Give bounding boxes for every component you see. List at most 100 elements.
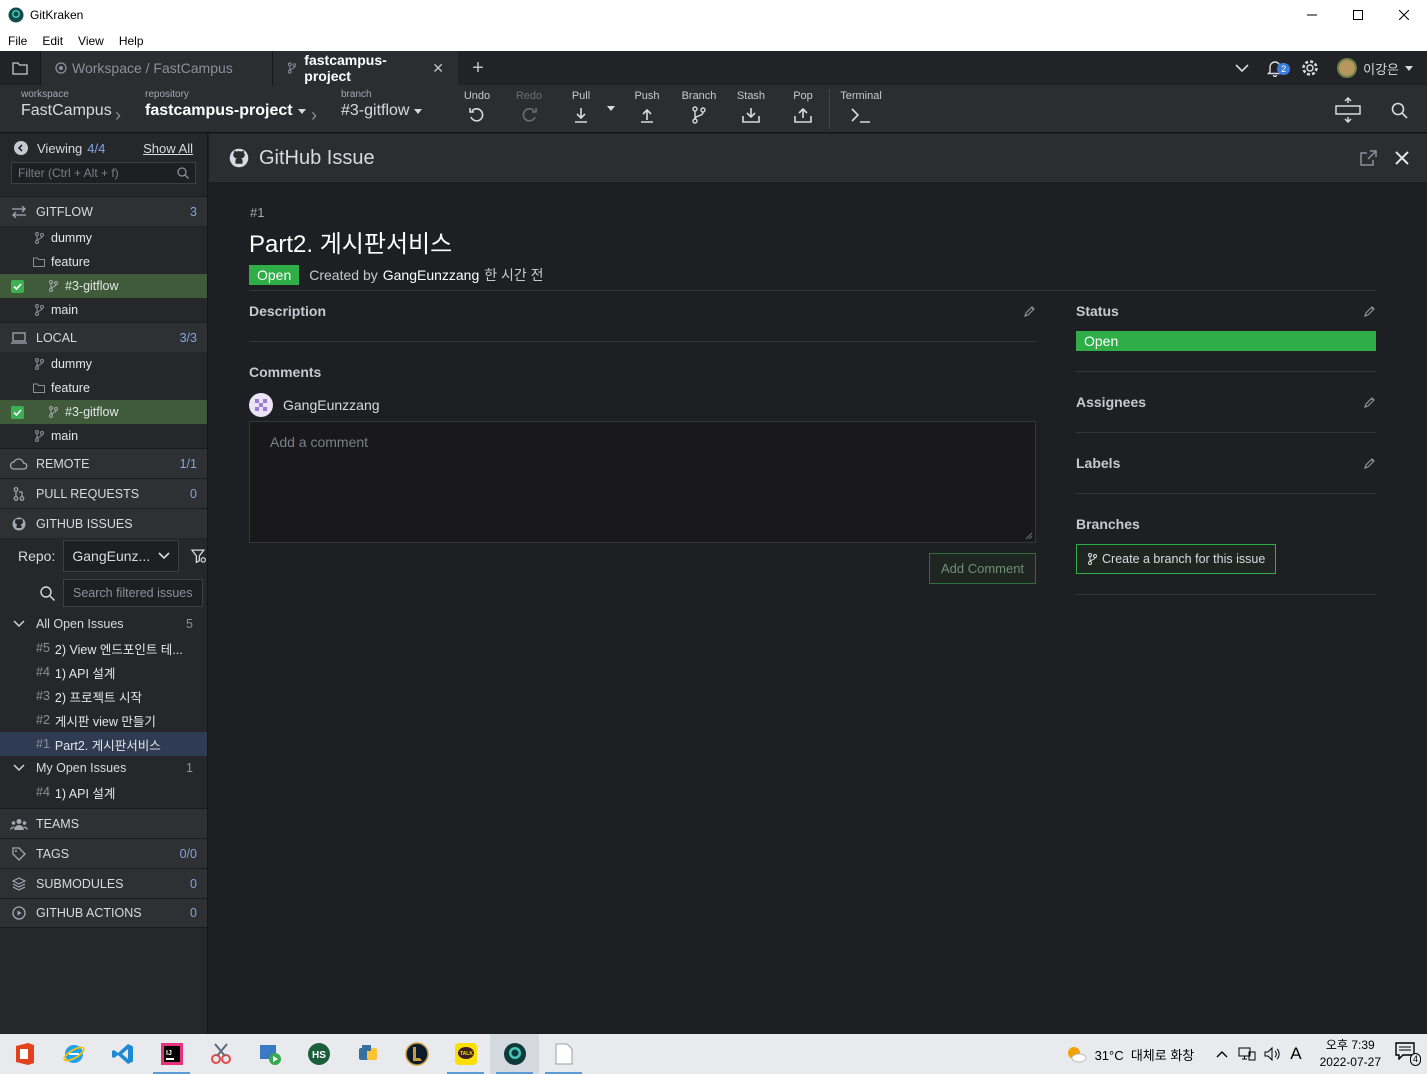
taskbar-python[interactable] bbox=[343, 1034, 392, 1074]
tab-workspace[interactable]: Workspace / FastCampus bbox=[40, 51, 272, 85]
layout-toggle-icon[interactable] bbox=[1334, 97, 1362, 123]
comment-textarea[interactable]: Add a comment bbox=[249, 421, 1036, 543]
add-comment-button[interactable]: Add Comment bbox=[929, 553, 1036, 584]
group-all-open-issues[interactable]: All Open Issues 5 bbox=[0, 612, 207, 636]
weather-text[interactable]: 31°C 대체로 화창 bbox=[1095, 1045, 1195, 1064]
menu-file[interactable]: File bbox=[0, 34, 34, 48]
search-icon[interactable] bbox=[1391, 102, 1408, 119]
filter-settings-icon[interactable] bbox=[191, 548, 207, 564]
local-item-feature[interactable]: feature bbox=[0, 376, 207, 400]
menu-help[interactable]: Help bbox=[111, 34, 151, 48]
edit-pencil-icon[interactable] bbox=[1364, 305, 1376, 317]
menu-edit[interactable]: Edit bbox=[34, 34, 70, 48]
pull-options-caret-icon[interactable] bbox=[607, 106, 615, 111]
gear-icon[interactable] bbox=[1301, 59, 1319, 77]
speaker-icon[interactable] bbox=[1264, 1047, 1282, 1061]
repo-select[interactable]: GangEunz... bbox=[63, 540, 180, 572]
issue-author[interactable]: GangEunzzang bbox=[383, 267, 480, 283]
checkmark-icon bbox=[11, 279, 24, 293]
taskbar-media-player[interactable] bbox=[245, 1034, 294, 1074]
redo-button[interactable]: Redo bbox=[504, 90, 554, 124]
local-item-3-gitflow[interactable]: #3-gitflow bbox=[0, 400, 207, 424]
status-value: Open bbox=[1076, 331, 1376, 351]
branch-icon bbox=[35, 304, 44, 316]
taskbar-ie[interactable] bbox=[49, 1034, 98, 1074]
section-teams[interactable]: TEAMS bbox=[0, 808, 207, 838]
taskbar-vscode[interactable] bbox=[98, 1034, 147, 1074]
close-tab-icon[interactable]: ✕ bbox=[432, 60, 444, 77]
branch-button-label: Branch bbox=[681, 90, 717, 102]
local-item-main[interactable]: main bbox=[0, 424, 207, 448]
menu-view[interactable]: View bbox=[70, 34, 111, 48]
issue-item-5[interactable]: #5 2) View 엔드포인트 테... bbox=[0, 636, 207, 660]
section-submodules[interactable]: SUBMODULES 0 bbox=[0, 868, 207, 898]
external-link-icon[interactable] bbox=[1359, 149, 1379, 167]
network-icon[interactable] bbox=[1238, 1047, 1256, 1061]
chevron-up-icon[interactable] bbox=[1216, 1050, 1228, 1058]
gitflow-item-main[interactable]: main bbox=[0, 298, 207, 322]
branch-button[interactable]: Branch bbox=[674, 90, 724, 124]
gitflow-item-3-gitflow[interactable]: #3-gitflow bbox=[0, 274, 207, 298]
section-github-issues[interactable]: GITHUB ISSUES bbox=[0, 508, 207, 538]
edit-pencil-icon[interactable] bbox=[1024, 305, 1036, 317]
issue-item-1[interactable]: #1 Part2. 게시판서비스 bbox=[0, 732, 207, 756]
branch-icon bbox=[287, 62, 297, 74]
undo-button[interactable]: Undo bbox=[452, 90, 502, 124]
taskbar-hs-app[interactable]: HS bbox=[294, 1034, 343, 1074]
divider bbox=[1076, 371, 1376, 372]
back-arrow-icon[interactable] bbox=[14, 141, 28, 155]
workspace-breadcrumb[interactable]: workspace FastCampus bbox=[21, 89, 112, 120]
my-issue-item-4[interactable]: #4 1) API 설계 bbox=[0, 780, 207, 804]
vscode-icon bbox=[111, 1044, 133, 1064]
pull-button[interactable]: Pull bbox=[556, 90, 606, 124]
section-local[interactable]: LOCAL 3/3 bbox=[0, 322, 207, 352]
branch-breadcrumb[interactable]: branch #3-gitflow bbox=[341, 89, 423, 120]
section-pull-requests[interactable]: PULL REQUESTS 0 bbox=[0, 478, 207, 508]
taskbar-office[interactable] bbox=[0, 1034, 49, 1074]
section-github-actions[interactable]: GITHUB ACTIONS 0 bbox=[0, 898, 207, 928]
section-tags[interactable]: TAGS 0/0 bbox=[0, 838, 207, 868]
new-tab-button[interactable]: + bbox=[458, 51, 498, 85]
issue-search-input[interactable]: Search filtered issues bbox=[63, 579, 203, 607]
repository-breadcrumb[interactable]: repository fastcampus-project bbox=[145, 89, 306, 120]
terminal-button[interactable]: Terminal bbox=[836, 90, 886, 124]
section-remote[interactable]: REMOTE 1/1 bbox=[0, 448, 207, 478]
section-gitflow[interactable]: GITFLOW 3 bbox=[0, 196, 207, 226]
close-window-button[interactable] bbox=[1381, 0, 1427, 30]
edit-pencil-icon[interactable] bbox=[1364, 396, 1376, 408]
issue-item-2[interactable]: #2 게시판 view 만들기 bbox=[0, 708, 207, 732]
comments-label: Comments bbox=[249, 364, 322, 380]
taskbar-league[interactable] bbox=[392, 1034, 441, 1074]
notifications-button[interactable]: 2 bbox=[1267, 59, 1291, 77]
maximize-button[interactable] bbox=[1335, 0, 1381, 30]
clock[interactable]: 오후 7:39 2022-07-27 bbox=[1320, 1037, 1381, 1071]
tab-fastcampus-project[interactable]: fastcampus-project ✕ bbox=[272, 51, 458, 85]
create-branch-button[interactable]: Create a branch for this issue bbox=[1076, 544, 1276, 574]
filter-input[interactable]: Filter (Ctrl + Alt + f) bbox=[11, 162, 196, 184]
taskbar-notepad[interactable] bbox=[539, 1034, 588, 1074]
close-icon[interactable] bbox=[1395, 151, 1409, 165]
pop-button[interactable]: Pop bbox=[778, 90, 828, 124]
taskbar-gitkraken[interactable] bbox=[490, 1034, 539, 1074]
issue-item-4[interactable]: #4 1) API 설계 bbox=[0, 660, 207, 684]
gitflow-item-feature[interactable]: feature bbox=[0, 250, 207, 274]
repo-management-button[interactable] bbox=[0, 51, 40, 85]
issue-number: #1 bbox=[250, 205, 265, 220]
action-center-button[interactable]: 4 bbox=[1395, 1042, 1421, 1066]
taskbar-kakaotalk[interactable]: TALK bbox=[441, 1034, 490, 1074]
push-button[interactable]: Push bbox=[622, 90, 672, 124]
taskbar-snipping-tool[interactable] bbox=[196, 1034, 245, 1074]
edit-pencil-icon[interactable] bbox=[1364, 457, 1376, 469]
resize-handle-icon[interactable] bbox=[1025, 532, 1033, 540]
minimize-button[interactable] bbox=[1289, 0, 1335, 30]
local-item-dummy[interactable]: dummy bbox=[0, 352, 207, 376]
chevron-down-icon[interactable] bbox=[1235, 63, 1249, 73]
user-menu[interactable]: 이강은 bbox=[1337, 58, 1413, 78]
gitflow-item-dummy[interactable]: dummy bbox=[0, 226, 207, 250]
show-all-link[interactable]: Show All bbox=[143, 141, 193, 156]
group-my-open-issues[interactable]: My Open Issues 1 bbox=[0, 756, 207, 780]
ime-indicator[interactable]: A bbox=[1290, 1044, 1301, 1064]
issue-item-3[interactable]: #3 2) 프로젝트 시작 bbox=[0, 684, 207, 708]
stash-button[interactable]: Stash bbox=[726, 90, 776, 124]
taskbar-intellij[interactable]: IJ bbox=[147, 1034, 196, 1074]
